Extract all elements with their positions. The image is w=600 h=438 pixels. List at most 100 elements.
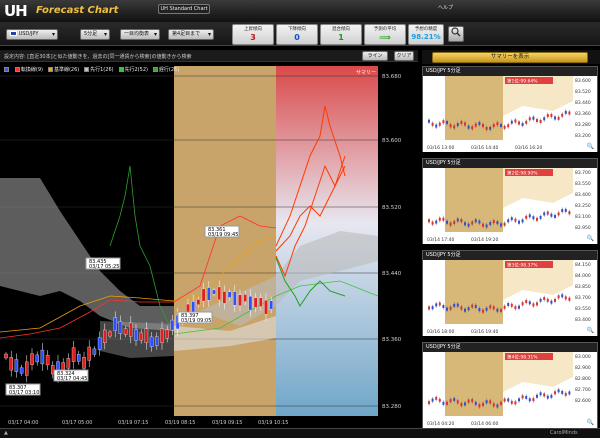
legend-item[interactable]: 転換線(9) <box>14 66 43 73</box>
annotation-time: 03/19 09:05 <box>181 318 211 324</box>
mini-price-label: 83.550 <box>575 181 591 187</box>
mini-candle <box>467 399 470 403</box>
mini-price-label: 82.600 <box>575 398 591 404</box>
mini-candle <box>528 117 531 121</box>
candle <box>45 354 50 366</box>
candle <box>77 354 81 362</box>
app-logo: UH <box>4 2 28 20</box>
similar-chart-panel[interactable]: USD/JPY 5分足 83.000 82.900 82.800 82.700 82.60… <box>422 342 598 428</box>
similar-chart-panel[interactable]: USD/JPY 5分足 83.700 83.550 83.400 83.250 83.10… <box>422 158 598 244</box>
mini-candle <box>442 305 445 309</box>
candle <box>19 367 24 374</box>
standard-chart-button[interactable]: UH Standard Chart <box>158 4 210 14</box>
candle <box>103 329 107 343</box>
clear-button[interactable]: クリア <box>394 51 414 61</box>
mini-candle <box>518 305 520 309</box>
mini-price-label: 83.000 <box>575 354 591 360</box>
mini-candle <box>449 306 452 310</box>
mini-candle <box>503 305 506 309</box>
line-select[interactable]: ライン <box>362 51 388 61</box>
mini-candle <box>554 116 556 120</box>
summary-tag: サマリー <box>356 70 376 76</box>
mini-candle <box>521 219 524 223</box>
price-label: 83.440 <box>382 271 402 277</box>
mini-candle <box>428 306 430 310</box>
mini-candle <box>518 220 520 224</box>
mini-candle <box>464 122 466 126</box>
mini-candle <box>536 217 538 221</box>
stat-average: 予測の平均 ⟹ <box>364 24 406 45</box>
mini-candle <box>471 399 474 403</box>
zoom-icon[interactable]: 🔍 <box>587 143 594 150</box>
checkbox-icon <box>14 67 20 72</box>
similar-chart-title: USD/JPY 5分足 <box>423 159 597 168</box>
mini-candle <box>456 123 459 127</box>
level-select[interactable]: 第4足目まで <box>168 29 214 40</box>
mini-candle <box>482 309 484 313</box>
candle <box>123 328 128 335</box>
similar-chart-title: USD/JPY 5分足 <box>423 67 597 76</box>
mini-candle <box>568 111 571 115</box>
mini-price-label: 84.000 <box>575 273 591 279</box>
zoom-icon[interactable]: 🔍 <box>587 235 594 242</box>
price-label: 83.280 <box>382 404 402 410</box>
similar-chart: 83.600 83.520 83.440 83.360 83.280 83.200 03/1… <box>423 76 597 152</box>
mini-candle <box>485 307 488 311</box>
mini-price-label: 83.250 <box>575 203 591 209</box>
mini-candle <box>446 121 448 125</box>
mini-price-label: 82.950 <box>575 225 591 231</box>
mini-candle <box>492 403 495 407</box>
checkbox-icon <box>84 67 90 72</box>
candle <box>40 349 45 365</box>
help-link[interactable]: ヘルプ <box>438 4 453 11</box>
currency-pair-select[interactable]: USD/JPY <box>6 29 58 40</box>
mini-candle <box>456 218 459 222</box>
legend-item[interactable]: 基準線(26) <box>47 66 79 73</box>
similarity-rank: 第2位:98.90% <box>507 170 538 177</box>
mini-candle <box>507 398 510 402</box>
mini-candle <box>543 297 546 301</box>
mini-candle <box>557 389 560 393</box>
mini-candle <box>525 120 528 124</box>
timeframe-select[interactable]: 5分足 <box>80 29 110 40</box>
mini-candle <box>456 303 459 307</box>
mini-candle <box>435 396 438 400</box>
candle <box>118 321 123 334</box>
mini-candle <box>428 401 430 405</box>
mini-x-label: 03/16 13:00 <box>427 145 455 151</box>
mini-candle <box>561 294 564 298</box>
candle <box>35 354 39 363</box>
mini-candle <box>485 224 488 228</box>
mini-candle <box>561 390 564 394</box>
candle <box>92 348 97 355</box>
mini-candle <box>510 217 513 221</box>
mini-candle <box>528 214 531 218</box>
mini-candle <box>442 120 445 124</box>
similar-chart-panel[interactable]: USD/JPY 5分足 84.150 84.000 83.850 83.700 83.55… <box>422 250 598 336</box>
legend-item[interactable]: 先行1(26) <box>84 66 114 73</box>
mini-candle <box>485 400 488 404</box>
mini-candle <box>496 308 499 312</box>
similar-chart-panel[interactable]: USD/JPY 5分足 83.600 83.520 83.440 83.360 83.28… <box>422 66 598 152</box>
mini-candle <box>532 303 535 307</box>
search-button[interactable] <box>448 26 464 42</box>
zoom-icon[interactable]: 🔍 <box>587 419 594 426</box>
mini-candle <box>521 302 524 306</box>
candle <box>4 353 8 359</box>
mini-candle <box>507 302 510 306</box>
period-select[interactable]: 一目均衡表 <box>120 29 160 40</box>
candle <box>97 337 102 350</box>
legend-item[interactable]: 遅行(26) <box>152 66 179 73</box>
legend-item[interactable]: 先行2(52) <box>118 66 148 73</box>
mini-candle <box>431 398 434 402</box>
mini-candle <box>564 392 567 396</box>
scroll-up-icon[interactable]: ▲ <box>4 430 8 436</box>
show-summary-button[interactable]: サマリーを表示 <box>432 52 588 63</box>
mini-x-label: 03/14 19:20 <box>471 237 499 243</box>
mini-candle <box>525 395 528 399</box>
mini-candle <box>525 215 528 219</box>
mini-candle <box>464 308 466 312</box>
legend-item[interactable] <box>4 67 10 73</box>
mini-candle <box>482 223 484 227</box>
zoom-icon[interactable]: 🔍 <box>587 327 594 334</box>
